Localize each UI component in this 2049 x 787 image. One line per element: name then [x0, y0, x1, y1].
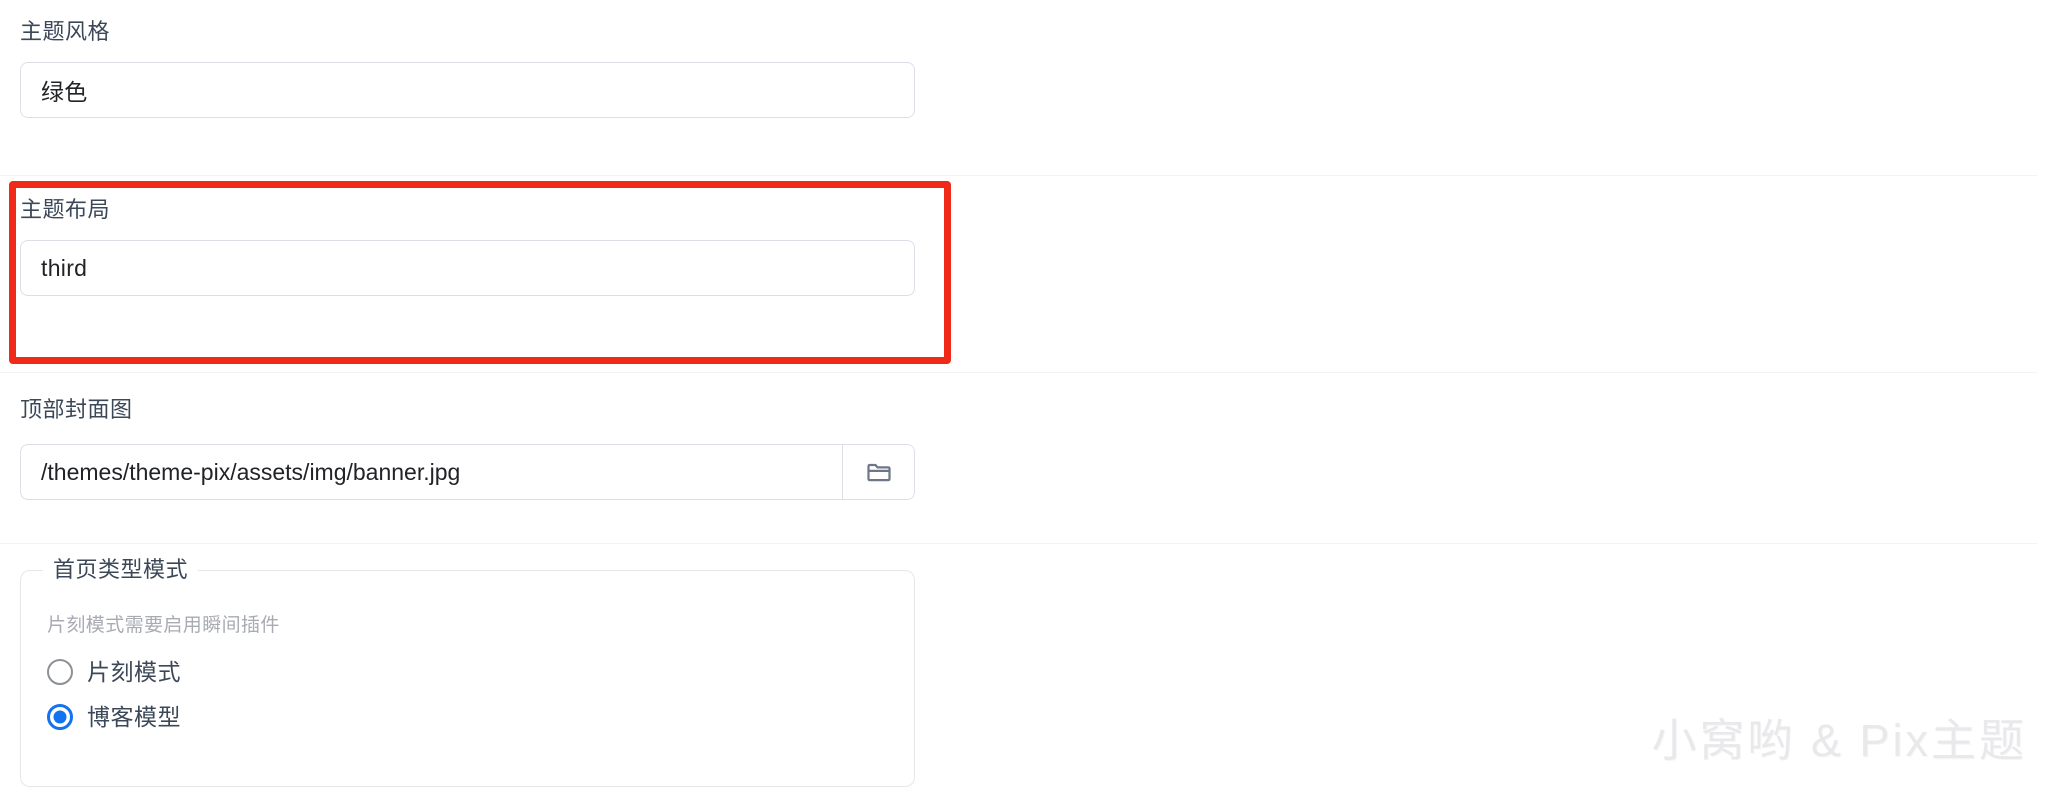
theme-style-input[interactable]: 绿色 — [20, 62, 915, 118]
home-type-mode-hint: 片刻模式需要启用瞬间插件 — [47, 615, 280, 636]
divider-3 — [0, 543, 2037, 544]
radio-option-moment-mode[interactable]: 片刻模式 — [47, 659, 181, 685]
top-cover-image-input-group: /themes/theme-pix/assets/img/banner.jpg — [20, 444, 915, 500]
home-type-mode-legend: 首页类型模式 — [43, 555, 199, 585]
folder-icon — [865, 458, 893, 486]
radio-indicator-checked[interactable] — [47, 704, 73, 730]
top-cover-image-label: 顶部封面图 — [20, 397, 133, 422]
watermark-text: 小窝哟 & Pix主题 — [1651, 715, 2027, 766]
radio-label-blog-mode: 博客模型 — [87, 704, 181, 730]
top-cover-image-input[interactable]: /themes/theme-pix/assets/img/banner.jpg — [21, 445, 842, 499]
theme-layout-input[interactable]: third — [20, 240, 915, 296]
browse-file-button[interactable] — [842, 445, 914, 499]
settings-form-page: 主题风格 绿色 主题布局 third 顶部封面图 /themes/theme-p… — [0, 0, 2049, 787]
divider-2 — [0, 372, 2037, 373]
theme-style-label: 主题风格 — [20, 19, 111, 44]
theme-layout-label: 主题布局 — [20, 197, 111, 222]
radio-indicator-unchecked[interactable] — [47, 659, 73, 685]
radio-label-moment-mode: 片刻模式 — [87, 659, 181, 685]
home-type-mode-fieldset: 首页类型模式 片刻模式需要启用瞬间插件 片刻模式 博客模型 — [20, 555, 915, 787]
radio-option-blog-mode[interactable]: 博客模型 — [47, 704, 181, 730]
divider-1 — [0, 175, 2037, 176]
